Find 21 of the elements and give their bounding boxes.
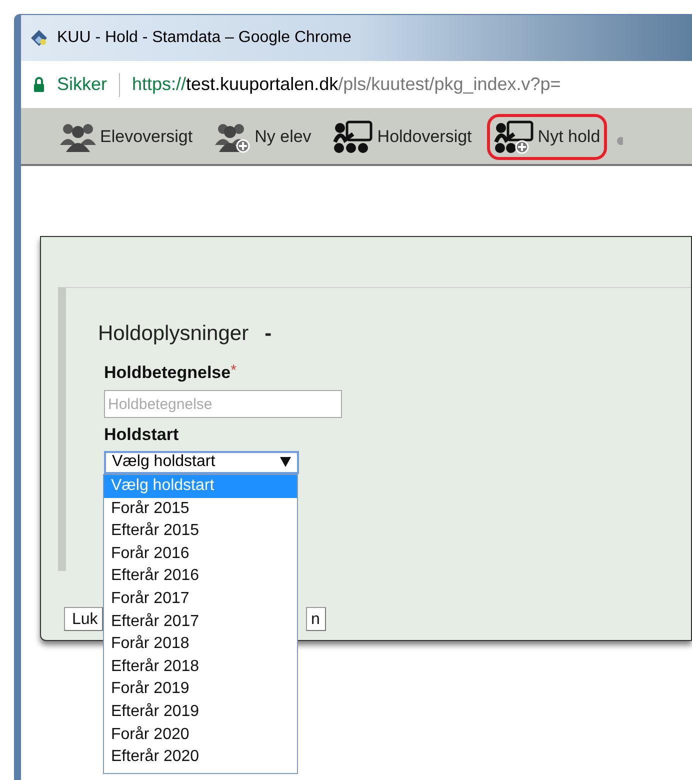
security-label: Sikker xyxy=(57,73,108,96)
toolbar-button[interactable]: Elevoversigt xyxy=(53,114,200,158)
team-board-icon xyxy=(333,120,374,154)
field-label: Holdstart xyxy=(104,424,180,446)
url-field[interactable]: https://test.kuuportalen.dk/pls/kuutest/pkg_index.v?p= xyxy=(132,71,561,98)
toolbar-button[interactable]: Holdoversigt xyxy=(326,114,479,160)
dialog-button[interactable]: Luk xyxy=(64,607,103,631)
toolbar-button[interactable]: Ny elev xyxy=(208,114,318,158)
caret-icon xyxy=(280,457,291,467)
section-title: Holdoplysninger xyxy=(98,321,249,347)
app-icon xyxy=(29,28,49,48)
add-team-icon xyxy=(494,120,534,154)
toolbar-button[interactable]: Nyt hold xyxy=(486,114,608,160)
select-field[interactable]: Vælg holdstart xyxy=(104,450,299,474)
field-label: Holdbetegnelse xyxy=(104,362,231,384)
dialog-button[interactable]: n xyxy=(306,607,326,631)
lock-icon xyxy=(33,77,45,92)
collapse-toggle[interactable]: - xyxy=(264,318,272,350)
required-mark: * xyxy=(230,360,236,380)
window-title: KUU - Hold - Stamdata – Google Chrome xyxy=(57,28,352,48)
text-field[interactable]: Holdbetegnelse xyxy=(104,390,342,418)
